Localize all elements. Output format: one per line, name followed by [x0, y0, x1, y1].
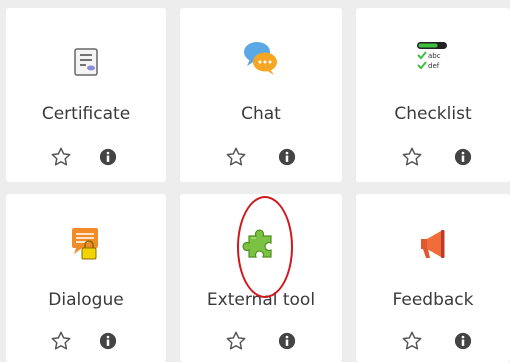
- activity-actions: [180, 330, 342, 354]
- activity-card-checklist[interactable]: abc def Checklist: [356, 8, 510, 182]
- dialogue-icon: [66, 224, 106, 264]
- activity-card-certificate[interactable]: Certificate: [6, 8, 166, 182]
- activity-actions: [6, 146, 166, 170]
- chat-icon: [241, 38, 281, 78]
- activity-card-dialogue[interactable]: Dialogue: [6, 194, 166, 362]
- info-icon[interactable]: [278, 332, 296, 350]
- activity-card-external-tool[interactable]: External tool: [180, 194, 342, 362]
- activity-label: Feedback: [392, 290, 474, 310]
- activity-card-chat[interactable]: Chat: [180, 8, 342, 182]
- checklist-icon: abc def: [413, 38, 453, 78]
- star-icon[interactable]: [401, 146, 423, 168]
- activity-actions: [356, 146, 510, 170]
- activity-card-feedback[interactable]: Feedback: [356, 194, 510, 362]
- activity-label: Dialogue: [48, 290, 124, 310]
- info-icon[interactable]: [278, 148, 296, 166]
- certificate-icon: [66, 42, 106, 82]
- activity-actions: [356, 330, 510, 354]
- info-icon[interactable]: [454, 332, 472, 350]
- svg-text:def: def: [428, 62, 440, 70]
- activity-label: Checklist: [394, 104, 472, 124]
- star-icon[interactable]: [225, 330, 247, 352]
- activity-label: External tool: [206, 290, 316, 310]
- star-icon[interactable]: [225, 146, 247, 168]
- info-icon[interactable]: [99, 332, 117, 350]
- megaphone-icon: [413, 224, 453, 264]
- star-icon[interactable]: [50, 330, 72, 352]
- star-icon[interactable]: [401, 330, 423, 352]
- puzzle-icon: [241, 222, 281, 262]
- activity-actions: [180, 146, 342, 170]
- info-icon[interactable]: [454, 148, 472, 166]
- activity-label: Chat: [241, 104, 281, 124]
- activity-label: Certificate: [41, 104, 131, 124]
- svg-text:abc: abc: [428, 52, 441, 60]
- star-icon[interactable]: [50, 146, 72, 168]
- activity-actions: [6, 330, 166, 354]
- activity-chooser-grid: Certificate Chat abc def Checklist Dialo…: [0, 0, 510, 362]
- info-icon[interactable]: [99, 148, 117, 166]
